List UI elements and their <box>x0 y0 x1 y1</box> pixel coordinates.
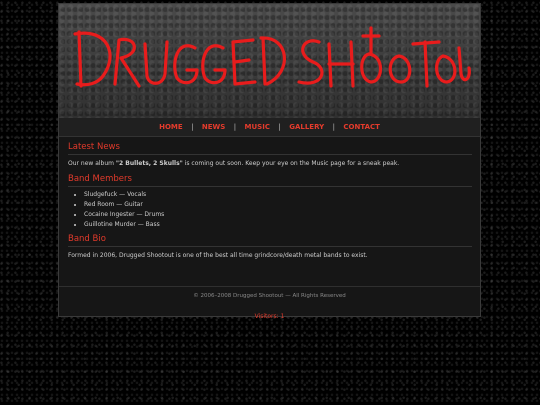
latest-news-heading: Latest News <box>68 142 472 155</box>
band-bio-text: Formed in 2006, Drugged Shootout is one … <box>68 252 368 259</box>
list-item: Sludgefuck — Vocals <box>84 191 472 198</box>
band-members-heading: Band Members <box>68 174 472 187</box>
nav-gallery[interactable]: GALLERY <box>283 123 330 131</box>
list-item: Guillotine Murder — Bass <box>84 221 472 228</box>
footer: © 2006–2008 Drugged Shootout — All Right… <box>59 286 480 320</box>
band-bio-heading: Band Bio <box>68 234 472 247</box>
list-item: Cocaine Ingester — Drums <box>84 211 472 218</box>
list-item: Red Room — Guitar <box>84 201 472 208</box>
nav-separator: | <box>233 123 237 131</box>
latest-news-text: Our new album "2 Bullets, 2 Skulls" is c… <box>68 160 472 167</box>
nav-music[interactable]: MUSIC <box>239 123 276 131</box>
header-banner <box>59 4 480 118</box>
band-logo[interactable] <box>67 14 472 106</box>
main-content: Latest News Our new album "2 Bullets, 2 … <box>68 142 472 266</box>
nav-news[interactable]: NEWS <box>196 123 231 131</box>
nav-separator: | <box>191 123 194 131</box>
copyright-text: © 2006–2008 Drugged Shootout — All Right… <box>193 293 346 299</box>
visitor-counter: Visitors: 1 <box>254 313 285 320</box>
nav-home[interactable]: HOME <box>153 123 189 131</box>
nav-separator: | <box>278 123 281 131</box>
main-navigation: HOME | NEWS | MUSIC | GALLERY | CONTACT <box>59 118 480 137</box>
news-text-after: is coming out soon. Keep your eye on the… <box>182 160 400 167</box>
nav-contact[interactable]: CONTACT <box>337 123 386 131</box>
album-title: "2 Bullets, 2 Skulls" <box>115 160 183 167</box>
band-members-list: Sludgefuck — Vocals Red Room — Guitar Co… <box>68 191 472 228</box>
page-container: HOME | NEWS | MUSIC | GALLERY | CONTACT … <box>58 3 481 320</box>
nav-separator: | <box>332 123 335 131</box>
news-text-before: Our new album <box>68 160 116 167</box>
